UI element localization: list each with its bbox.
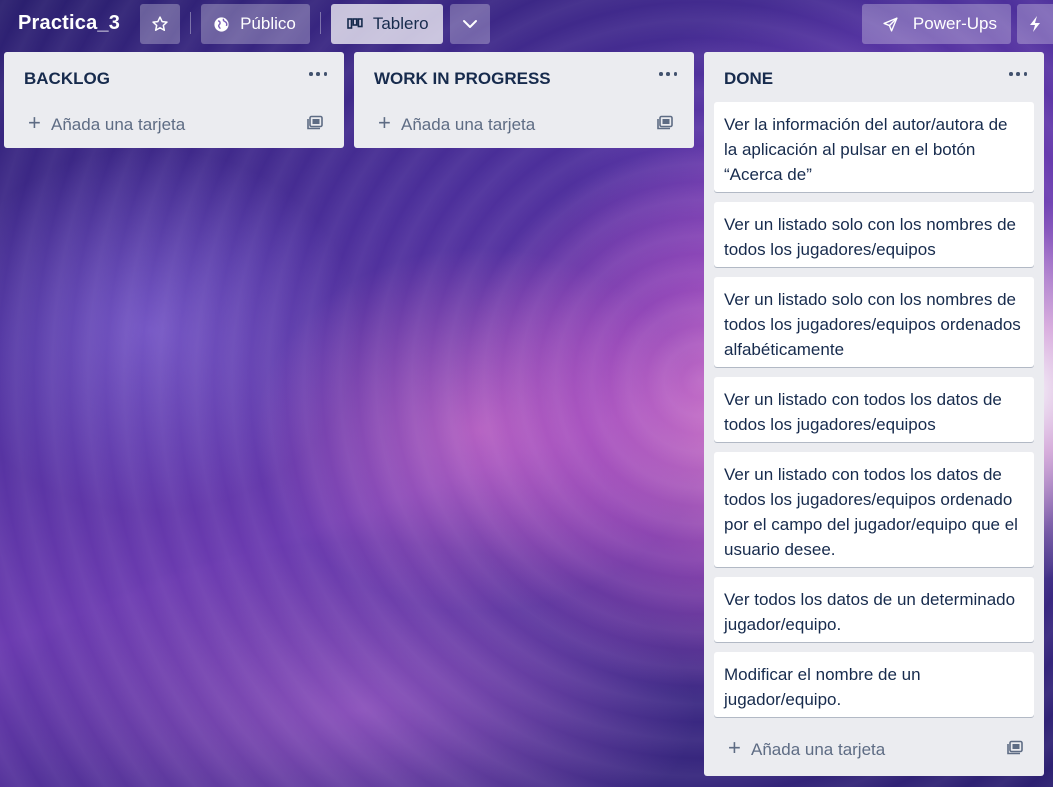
card[interactable]: Modificar el nombre de un jugador/equipo…: [714, 652, 1034, 717]
list-title[interactable]: DONE: [724, 69, 773, 89]
plus-icon: +: [378, 110, 391, 135]
add-card-button[interactable]: + Añada una tarjeta: [4, 102, 344, 148]
list-header: WORK IN PROGRESS: [354, 52, 694, 102]
board-header: Practica_3 Público Tablero Power-Ups: [0, 0, 1053, 46]
star-button[interactable]: [140, 4, 181, 44]
powerups-button[interactable]: Power-Ups: [861, 4, 1011, 44]
add-card-label: Añada una tarjeta: [751, 740, 886, 759]
board-view-button[interactable]: Tablero: [330, 4, 443, 44]
board-title[interactable]: Practica_3: [8, 12, 130, 35]
list-menu-button[interactable]: [306, 62, 330, 86]
card-list: Ver la información del autor/autora de l…: [704, 102, 1044, 717]
card[interactable]: Ver un listado solo con los nombres de t…: [714, 277, 1034, 367]
card[interactable]: Ver un listado con todos los datos de to…: [714, 377, 1034, 442]
add-card-button[interactable]: + Añada una tarjeta: [704, 727, 1044, 773]
list-work-in-progress: WORK IN PROGRESS + Añada una tarjeta: [354, 52, 694, 148]
list-title[interactable]: BACKLOG: [24, 69, 110, 89]
lightning-icon: [1029, 15, 1041, 33]
add-card-label: Añada una tarjeta: [51, 115, 186, 134]
header-divider: [190, 12, 192, 34]
more-icon: [659, 72, 663, 76]
automation-button[interactable]: [1017, 4, 1053, 44]
visibility-button[interactable]: Público: [201, 4, 310, 44]
chevron-down-icon: [462, 19, 478, 29]
card[interactable]: Ver un listado solo con los nombres de t…: [714, 202, 1034, 267]
plus-icon: +: [28, 110, 41, 135]
add-card-label: Añada una tarjeta: [401, 115, 536, 134]
board-view-icon: [347, 17, 363, 31]
more-icon: [1009, 72, 1013, 76]
list-backlog: BACKLOG + Añada una tarjeta: [4, 52, 344, 148]
list-done: DONE Ver la información del autor/autora…: [704, 52, 1044, 776]
globe-icon: [213, 16, 230, 33]
card-template-icon[interactable]: [657, 115, 674, 136]
list-header: DONE: [704, 52, 1044, 102]
list-menu-button[interactable]: [656, 62, 680, 86]
powerups-label: Power-Ups: [912, 14, 997, 33]
card-template-icon[interactable]: [1007, 740, 1024, 761]
list-header: BACKLOG: [4, 52, 344, 102]
list-title[interactable]: WORK IN PROGRESS: [374, 69, 551, 89]
card-template-icon[interactable]: [307, 115, 324, 136]
visibility-label: Público: [240, 14, 296, 33]
card[interactable]: Ver todos los datos de un determinado ju…: [714, 577, 1034, 642]
board-view-label: Tablero: [372, 14, 429, 33]
header-divider: [319, 12, 321, 34]
card[interactable]: Ver un listado con todos los datos de to…: [714, 452, 1034, 567]
more-icon: [309, 72, 313, 76]
card[interactable]: Ver la información del autor/autora de l…: [714, 102, 1034, 192]
rocket-icon: [882, 16, 899, 33]
star-icon: [151, 15, 169, 33]
add-card-button[interactable]: + Añada una tarjeta: [354, 102, 694, 148]
view-switcher-button[interactable]: [449, 4, 490, 44]
list-menu-button[interactable]: [1006, 62, 1030, 86]
plus-icon: +: [728, 735, 741, 760]
